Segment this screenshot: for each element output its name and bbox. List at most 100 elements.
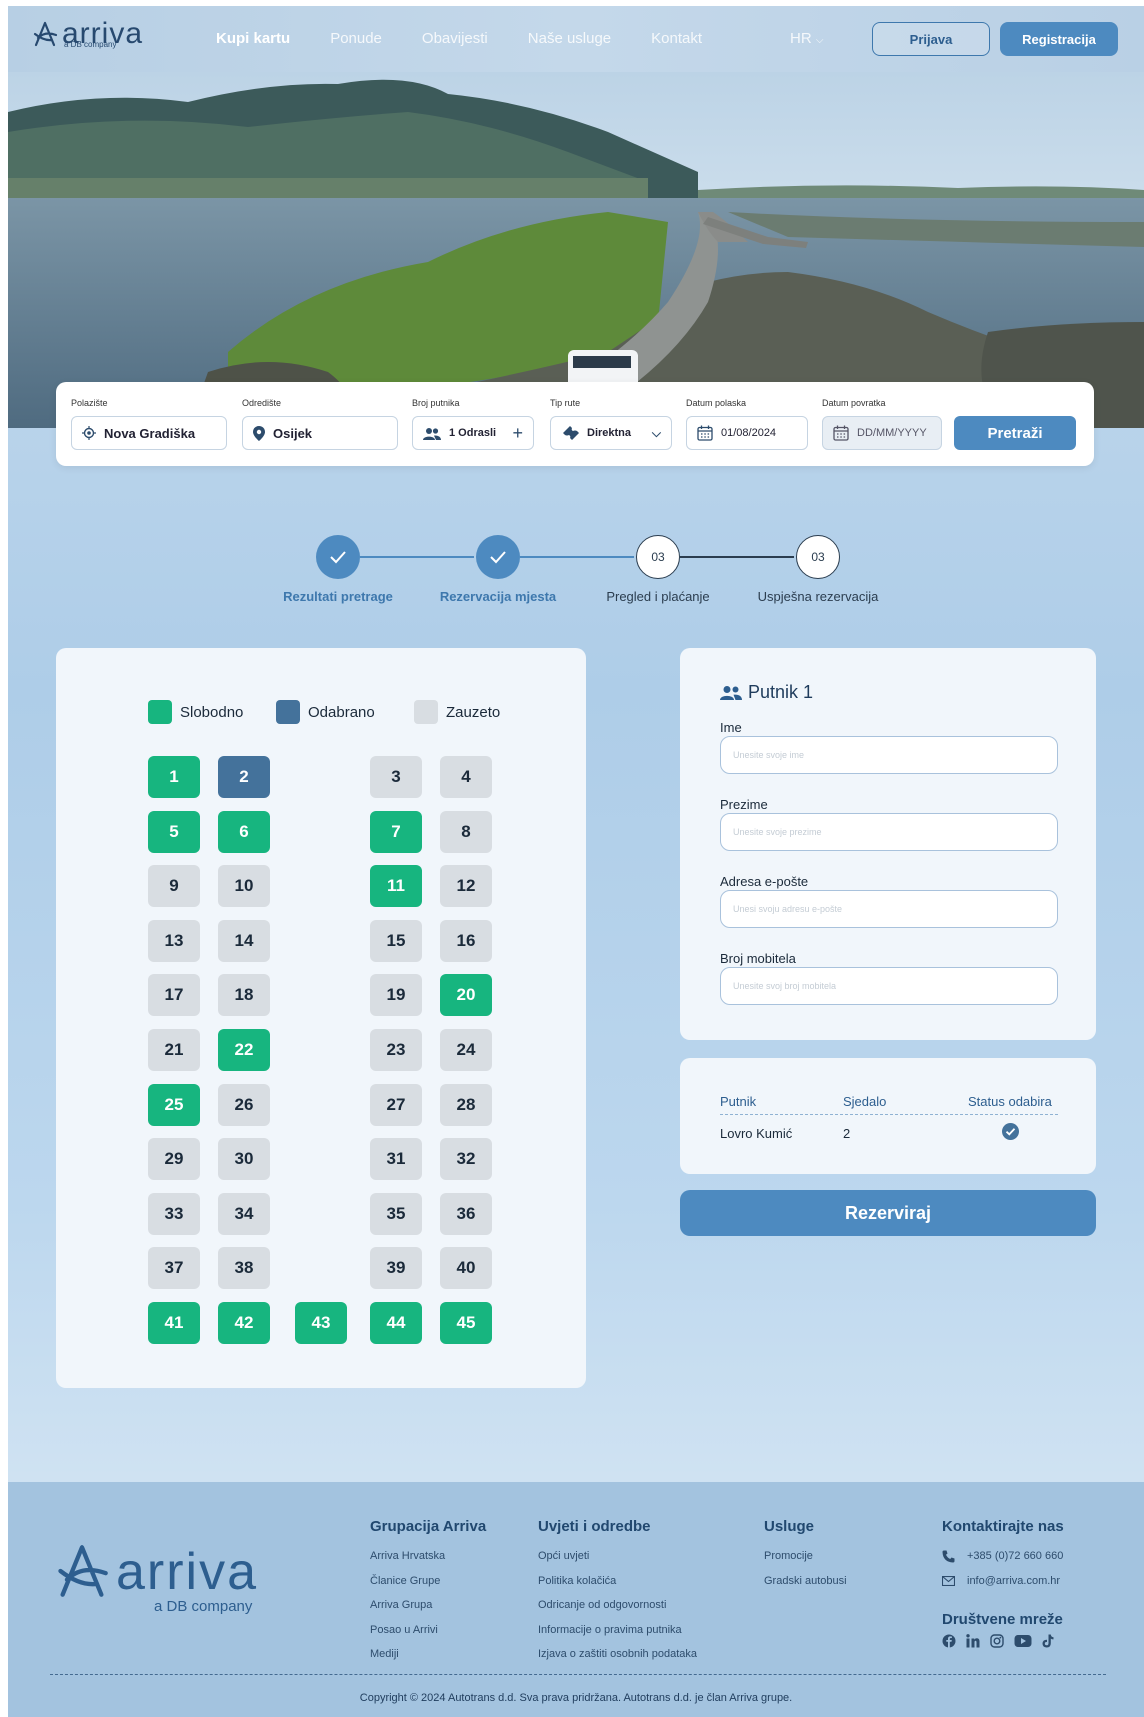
departure-field[interactable]: Nova Gradiška (71, 416, 227, 450)
passenger-form-title: Putnik 1 (720, 682, 813, 703)
seat-23: 23 (370, 1029, 422, 1071)
seat-22[interactable]: 22 (218, 1029, 270, 1071)
arriva-logo-icon (58, 1545, 108, 1597)
users-icon (423, 427, 441, 440)
footer-link[interactable]: Odricanje od odgovornosti (538, 1593, 697, 1618)
seat-2[interactable]: 2 (218, 756, 270, 798)
calendar-icon (833, 425, 849, 441)
seat-34: 34 (218, 1192, 270, 1235)
footer-link[interactable]: Arriva Grupa (370, 1593, 486, 1618)
step-connector (360, 556, 474, 558)
first-name-input[interactable] (720, 736, 1058, 774)
seat-11[interactable]: 11 (370, 865, 422, 908)
seat-13: 13 (148, 919, 200, 962)
selected-swatch (276, 700, 300, 724)
linkedin-icon[interactable] (966, 1634, 980, 1648)
seat-36: 36 (440, 1192, 492, 1235)
language-selector[interactable]: HR ⌵ (790, 30, 823, 47)
legend-selected-label: Odabrano (308, 703, 375, 721)
seat-44[interactable]: 44 (370, 1302, 422, 1344)
footer-email[interactable]: info@arriva.com.hr (942, 1569, 1064, 1594)
last-name-input[interactable] (720, 813, 1058, 851)
destination-field[interactable]: Osijek (242, 416, 398, 450)
seat-30: 30 (218, 1138, 270, 1181)
return-date-field[interactable]: DD/MM/YYYY (822, 416, 942, 450)
youtube-icon[interactable] (1014, 1634, 1032, 1648)
register-button[interactable]: Registracija (1000, 22, 1118, 56)
step-1-circle[interactable] (316, 535, 360, 579)
footer-link[interactable]: Informacije o pravima putnika (538, 1618, 697, 1643)
footer-link[interactable]: Članice Grupe (370, 1569, 486, 1594)
footer-link[interactable]: Arriva Hrvatska (370, 1544, 486, 1569)
login-button[interactable]: Prijava (872, 22, 990, 56)
legend-taken-label: Zauzeto (446, 703, 501, 721)
seat-8: 8 (440, 810, 492, 853)
map-pin-icon (253, 425, 265, 441)
seat-42[interactable]: 42 (218, 1302, 270, 1344)
footer-phone[interactable]: +385 (0)72 660 660 (942, 1544, 1064, 1569)
legend-taken: Zauzeto (414, 700, 500, 724)
plus-icon[interactable]: + (512, 423, 523, 444)
destination-label: Odredište (242, 398, 282, 408)
footer-logo-wordmark: arriva (116, 1543, 259, 1601)
seat-40: 40 (440, 1247, 492, 1290)
footer-link[interactable]: Promocije (764, 1544, 847, 1569)
footer-col-title: Uvjeti i odredbe (538, 1518, 651, 1535)
seat-43[interactable]: 43 (295, 1302, 347, 1344)
seat-26: 26 (218, 1083, 270, 1126)
step-4-circle: 03 (796, 535, 840, 579)
seat-37: 37 (148, 1247, 200, 1290)
arriva-logo-icon (33, 21, 58, 47)
footer-link[interactable]: Posao u Arrivi (370, 1618, 486, 1643)
nav-kupi-kartu[interactable]: Kupi kartu (216, 30, 290, 47)
nav-obavijesti[interactable]: Obavijesti (422, 30, 488, 47)
nav-kontakt[interactable]: Kontakt (651, 30, 702, 47)
nav-ponude[interactable]: Ponude (330, 30, 382, 47)
seat-18: 18 (218, 974, 270, 1017)
footer-col-terms: Uvjeti i odredbe Opći uvjeti Politika ko… (538, 1518, 697, 1667)
seat-1[interactable]: 1 (148, 756, 200, 798)
footer-link[interactable]: Gradski autobusi (764, 1569, 847, 1594)
seat-19: 19 (370, 974, 422, 1017)
footer-col-title: Kontaktirajte nas (942, 1518, 1064, 1535)
nav-nase-usluge[interactable]: Naše usluge (528, 30, 611, 47)
top-header: arriva a DB company Kupi kartu Ponude Ob… (8, 6, 1144, 72)
site-footer: arriva a DB company Grupacija Arriva Arr… (8, 1482, 1144, 1717)
footer-link[interactable]: Mediji (370, 1642, 486, 1667)
check-icon (330, 551, 346, 564)
reserve-button[interactable]: Rezerviraj (680, 1190, 1096, 1236)
route-select[interactable]: Direktna ⌵ (550, 416, 672, 450)
tiktok-icon[interactable] (1042, 1634, 1054, 1648)
search-button[interactable]: Pretraži (954, 416, 1076, 450)
passengers-field[interactable]: 1 Odrasli + (412, 416, 534, 450)
seat-20[interactable]: 20 (440, 974, 492, 1017)
footer-link[interactable]: Politika kolačića (538, 1569, 697, 1594)
phone-icon (942, 1550, 955, 1563)
step-3-circle: 03 (636, 535, 680, 579)
departure-value: Nova Gradiška (104, 425, 196, 441)
seat-41[interactable]: 41 (148, 1302, 200, 1344)
step-connector (680, 556, 794, 558)
seat-7[interactable]: 7 (370, 810, 422, 853)
seat-17: 17 (148, 974, 200, 1017)
phone-input[interactable] (720, 967, 1058, 1005)
footer-link[interactable]: Opći uvjeti (538, 1544, 697, 1569)
facebook-icon[interactable] (942, 1634, 956, 1648)
summary-divider (720, 1114, 1058, 1115)
footer-email-text: info@arriva.com.hr (967, 1574, 1061, 1587)
seat-5[interactable]: 5 (148, 810, 200, 853)
seat-25[interactable]: 25 (148, 1083, 200, 1126)
instagram-icon[interactable] (990, 1634, 1004, 1648)
departure-date-field[interactable]: 01/08/2024 (686, 416, 808, 450)
footer-link[interactable]: Izjava o zaštiti osobnih podataka (538, 1642, 697, 1667)
footer-col-services: Usluge Promocije Gradski autobusi (764, 1518, 847, 1593)
seat-6[interactable]: 6 (218, 810, 270, 853)
hero-image (8, 72, 1144, 428)
chevron-down-icon: ⌵ (815, 35, 824, 46)
summary-header-passenger: Putnik (720, 1094, 757, 1109)
step-2-circle[interactable] (476, 535, 520, 579)
seat-45[interactable]: 45 (440, 1302, 492, 1344)
email-input[interactable] (720, 890, 1058, 928)
seat-35: 35 (370, 1192, 422, 1235)
social-links (942, 1634, 1064, 1648)
